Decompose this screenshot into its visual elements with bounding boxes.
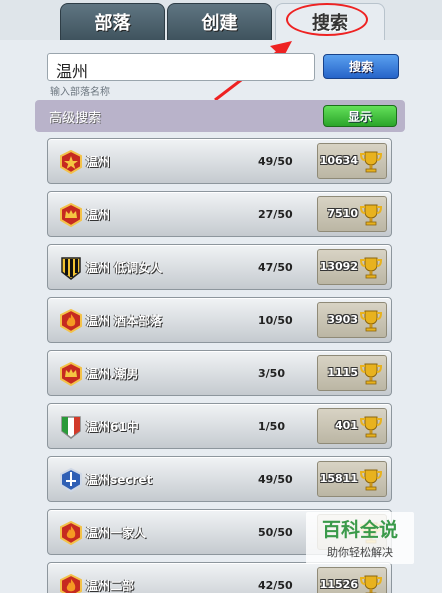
clan-name: 温州61中 xyxy=(86,420,139,434)
watermark: 百科全说 助你轻松解决 xyxy=(306,512,414,564)
trophy-icon xyxy=(359,362,383,386)
clan-members: 47/50 xyxy=(258,261,293,274)
trophy-icon xyxy=(359,574,383,593)
tab-bar: 部落 创建 搜索 xyxy=(0,0,442,40)
clan-badge-icon xyxy=(60,361,82,387)
search-button[interactable]: 搜索 xyxy=(323,54,399,79)
clan-members: 3/50 xyxy=(258,367,285,380)
trophy-icon xyxy=(359,150,383,174)
clan-badge-icon xyxy=(60,149,82,175)
clan-name: 温州一家人 xyxy=(86,526,147,540)
trophy-count: 13092 xyxy=(319,260,358,273)
clan-members: 49/50 xyxy=(258,155,293,168)
trophy-box: 15811 xyxy=(317,461,387,497)
trophy-box: 11526 xyxy=(317,567,387,593)
clan-row[interactable]: 温州61中 1/50 401 xyxy=(47,403,392,449)
trophy-count: 3903 xyxy=(327,313,358,326)
clan-name: 温州 xyxy=(86,155,111,169)
trophy-count: 7510 xyxy=(327,207,358,220)
clan-badge-icon xyxy=(60,202,82,228)
trophy-count: 10634 xyxy=(319,154,358,167)
advanced-search-bar: 高级搜索 显示 xyxy=(35,100,405,132)
trophy-count: 11526 xyxy=(319,578,358,591)
clan-members: 1/50 xyxy=(258,420,285,433)
clan-badge-icon xyxy=(60,573,82,593)
clan-name: 温州secret xyxy=(86,473,153,487)
clan-badge-icon xyxy=(60,415,82,439)
trophy-icon xyxy=(359,256,383,280)
search-input[interactable]: 温州 xyxy=(47,53,315,81)
clan-badge-icon xyxy=(60,308,82,334)
advanced-search-label: 高级搜索 xyxy=(49,111,102,126)
clan-row[interactable]: 温州 低调女人 47/50 13092 xyxy=(47,244,392,290)
search-hint: 输入部落名称 xyxy=(50,87,110,98)
clan-members: 27/50 xyxy=(258,208,293,221)
clan-name: 温州 酒本部落 xyxy=(86,314,163,328)
clan-row[interactable]: 温州.潮男 3/50 1115 xyxy=(47,350,392,396)
clan-row[interactable]: 温州二部 42/50 11526 xyxy=(47,562,392,593)
clan-row[interactable]: 温州 27/50 7510 xyxy=(47,191,392,237)
clan-members: 42/50 xyxy=(258,579,293,592)
tab-create[interactable]: 创建 xyxy=(167,3,272,40)
watermark-subtitle: 助你轻松解决 xyxy=(327,546,393,559)
clan-members: 49/50 xyxy=(258,473,293,486)
trophy-icon xyxy=(359,415,383,439)
trophy-box: 1115 xyxy=(317,355,387,391)
trophy-box: 3903 xyxy=(317,302,387,338)
clan-members: 10/50 xyxy=(258,314,293,327)
trophy-icon xyxy=(359,468,383,492)
clan-name: 温州 低调女人 xyxy=(86,261,163,275)
trophy-count: 1115 xyxy=(327,366,358,379)
clan-row[interactable]: 温州secret 49/50 15811 xyxy=(47,456,392,502)
clan-row[interactable]: 温州 酒本部落 10/50 3903 xyxy=(47,297,392,343)
trophy-icon xyxy=(359,203,383,227)
highlight-circle xyxy=(286,3,368,36)
trophy-count: 15811 xyxy=(319,472,358,485)
clan-row[interactable]: 温州 49/50 10634 xyxy=(47,138,392,184)
clan-badge-icon xyxy=(60,467,82,493)
trophy-icon xyxy=(359,309,383,333)
show-button[interactable]: 显示 xyxy=(323,105,397,127)
clan-name: 温州 xyxy=(86,208,111,222)
clan-name: 温州.潮男 xyxy=(86,367,139,381)
tab-clan[interactable]: 部落 xyxy=(60,3,165,40)
trophy-box: 7510 xyxy=(317,196,387,232)
clan-badge-icon xyxy=(60,256,82,280)
clan-members: 50/50 xyxy=(258,526,293,539)
trophy-box: 401 xyxy=(317,408,387,444)
clan-name: 温州二部 xyxy=(86,579,135,593)
watermark-title: 百科全说 xyxy=(321,519,398,541)
trophy-box: 10634 xyxy=(317,143,387,179)
trophy-box: 13092 xyxy=(317,249,387,285)
trophy-count: 401 xyxy=(335,419,358,432)
clan-badge-icon xyxy=(60,520,82,546)
